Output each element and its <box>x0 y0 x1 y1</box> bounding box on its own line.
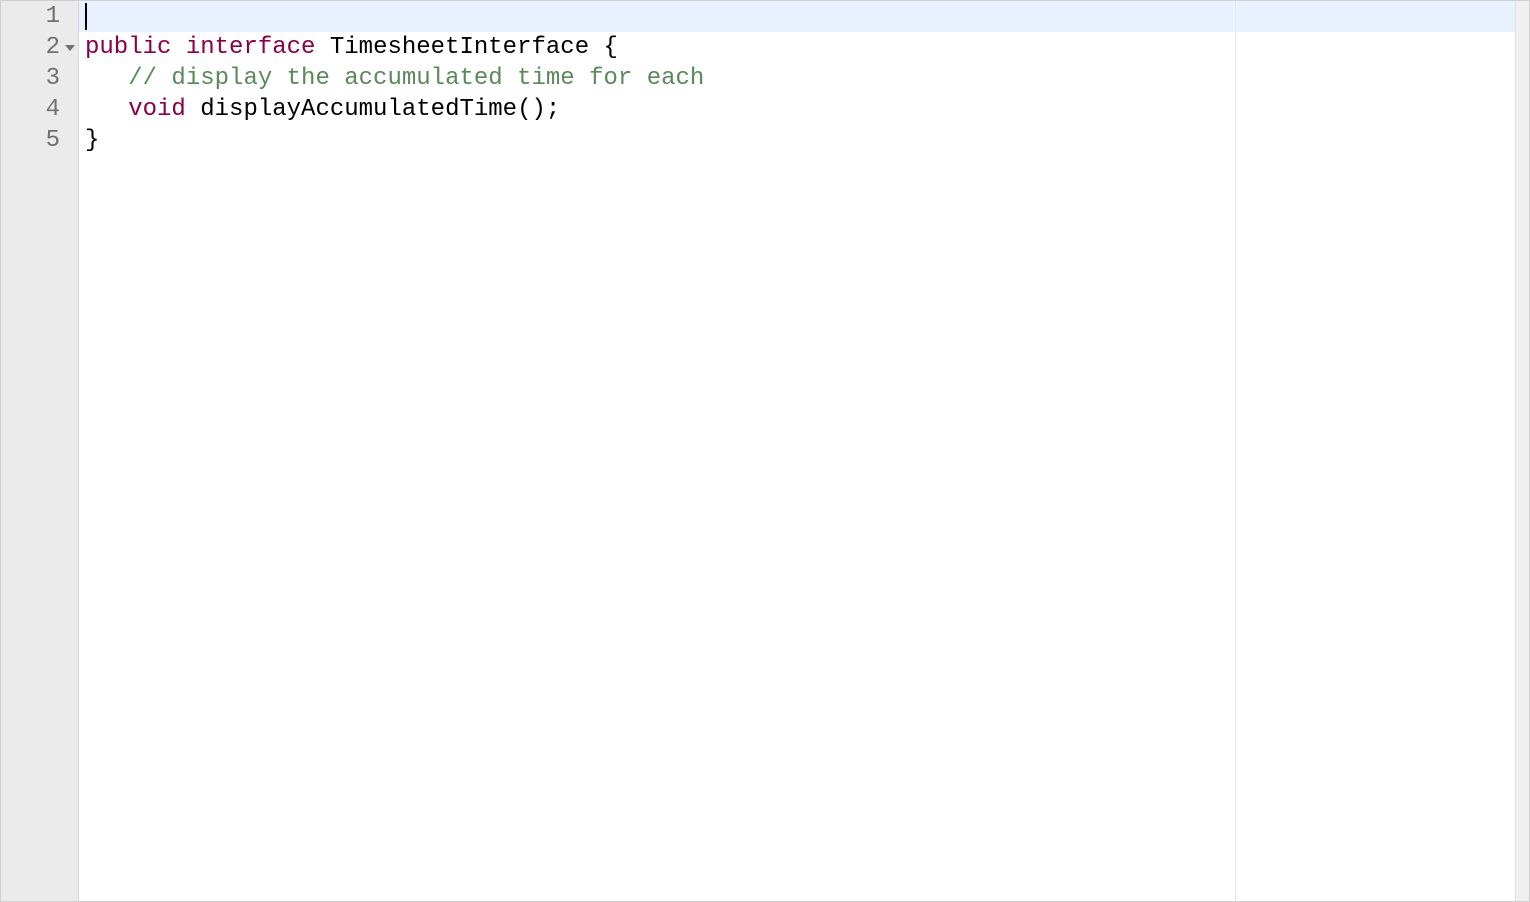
line-number[interactable]: 3 <box>1 63 78 94</box>
token-comment: // display the accumulated time for each <box>128 65 704 92</box>
token-keyword: public <box>85 34 171 61</box>
code-line[interactable]: public interface TimesheetInterface { <box>79 32 1529 63</box>
code-editor: 1 2 3 4 5 public interface TimesheetInte… <box>0 0 1530 902</box>
line-number-text: 3 <box>46 65 60 92</box>
token-plain: TimesheetInterface { <box>315 34 617 61</box>
code-line[interactable]: } <box>79 125 1529 156</box>
line-number[interactable]: 2 <box>1 32 78 63</box>
token-keyword: void <box>128 96 186 123</box>
token-keyword: interface <box>186 34 316 61</box>
line-number-text: 2 <box>46 34 60 61</box>
line-number[interactable]: 4 <box>1 94 78 125</box>
code-line[interactable]: void displayAccumulatedTime(); <box>79 94 1529 125</box>
line-number-text: 1 <box>46 3 60 30</box>
text-cursor <box>85 3 87 30</box>
token-plain <box>171 34 185 61</box>
line-number[interactable]: 1 <box>1 1 78 32</box>
code-line[interactable] <box>79 1 1529 32</box>
fold-toggle-icon[interactable] <box>65 45 75 51</box>
token-plain <box>85 65 128 92</box>
gutter: 1 2 3 4 5 <box>1 1 79 901</box>
code-area[interactable]: public interface TimesheetInterface { //… <box>79 1 1529 901</box>
token-plain: } <box>85 127 99 154</box>
line-number[interactable]: 5 <box>1 125 78 156</box>
token-plain <box>85 96 128 123</box>
scrollbar-vertical[interactable] <box>1515 1 1529 901</box>
line-number-text: 5 <box>46 127 60 154</box>
token-plain: displayAccumulatedTime(); <box>186 96 560 123</box>
code-line[interactable]: // display the accumulated time for each <box>79 63 1529 94</box>
line-number-text: 4 <box>46 96 60 123</box>
